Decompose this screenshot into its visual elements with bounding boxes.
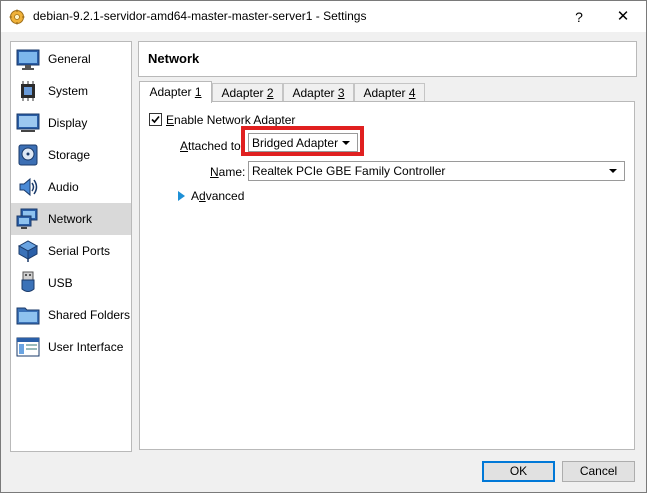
network-icon xyxy=(16,208,38,229)
label-text: ame: xyxy=(218,165,246,179)
help-button[interactable]: ? xyxy=(567,6,591,28)
checkmark-icon xyxy=(151,115,160,124)
sidebar-item-label: User Interface xyxy=(48,340,124,354)
tab-label: Adapter xyxy=(221,86,267,100)
usb-icon xyxy=(21,271,35,292)
system-icon xyxy=(21,81,35,101)
sidebar-item-label: Network xyxy=(48,212,93,226)
tab-adapter-2[interactable]: Adapter 2 xyxy=(212,83,283,102)
tab-label: Adapter xyxy=(292,86,338,100)
tab-mnemonic: 4 xyxy=(408,86,416,100)
cancel-button[interactable]: Cancel xyxy=(562,461,635,482)
sidebar-item-shared-folders[interactable]: Shared Folders xyxy=(11,299,131,331)
tab-adapter-4[interactable]: Adapter 4 xyxy=(354,83,425,102)
label-text: ttached to: xyxy=(188,139,245,153)
tab-adapter-3[interactable]: Adapter 3 xyxy=(283,83,354,102)
storage-icon xyxy=(18,144,38,166)
adapter-name-select[interactable]: Realtek PCIe GBE Family Controller xyxy=(248,161,625,181)
sidebar-item-label: Display xyxy=(48,116,88,130)
sidebar-item-label: Storage xyxy=(48,148,91,162)
chevron-down-icon xyxy=(609,169,617,173)
user-interface-icon xyxy=(16,337,40,357)
general-icon xyxy=(16,49,40,70)
ok-button[interactable]: OK xyxy=(482,461,555,482)
sidebar-item-label: Shared Folders xyxy=(48,308,131,322)
attached-to-select[interactable]: Bridged Adapter xyxy=(248,133,358,152)
adapter-1-panel: Enable Network Adapter Attached to: Brid… xyxy=(139,101,635,450)
tab-mnemonic: 2 xyxy=(266,86,274,100)
sidebar-item-label: USB xyxy=(48,276,73,290)
sidebar-item-usb[interactable]: USB xyxy=(11,267,131,299)
expand-arrow-icon[interactable] xyxy=(178,191,185,201)
sidebar-item-network[interactable]: Network xyxy=(11,203,131,235)
sidebar-item-user-interface[interactable]: User Interface xyxy=(11,331,131,363)
adapter-name-value: Realtek PCIe GBE Family Controller xyxy=(252,164,446,178)
tab-adapter-1[interactable]: Adapter 1 xyxy=(139,81,212,103)
settings-window: debian-9.2.1-servidor-amd64-master-maste… xyxy=(0,0,647,493)
tab-mnemonic: 1 xyxy=(194,85,202,99)
sidebar-item-storage[interactable]: Storage xyxy=(11,139,131,171)
sidebar-item-label: Audio xyxy=(48,180,79,194)
display-icon xyxy=(16,113,40,132)
chevron-down-icon xyxy=(342,141,350,145)
settings-category-list: General System Display Storage Audio Net… xyxy=(10,41,132,452)
mnemonic: A xyxy=(180,139,189,153)
close-button[interactable]: ✕ xyxy=(611,6,635,28)
sidebar-item-general[interactable]: General xyxy=(11,43,131,75)
mnemonic: N xyxy=(210,165,219,179)
attached-to-label: Attached to: xyxy=(180,139,244,153)
tab-label: Adapter xyxy=(149,85,195,99)
window-title: debian-9.2.1-servidor-amd64-master-maste… xyxy=(33,9,367,23)
audio-icon xyxy=(19,177,38,197)
attached-to-value: Bridged Adapter xyxy=(252,136,339,150)
title-bar: debian-9.2.1-servidor-amd64-master-maste… xyxy=(1,1,646,32)
name-label: Name: xyxy=(210,165,245,179)
label-text: nable Network Adapter xyxy=(174,113,296,127)
sidebar-item-label: System xyxy=(48,84,89,98)
sidebar-item-label: Serial Ports xyxy=(48,244,111,258)
sidebar-item-system[interactable]: System xyxy=(11,75,131,107)
label-text: A xyxy=(191,189,200,203)
advanced-toggle[interactable]: Advanced xyxy=(191,189,244,203)
virtualbox-app-icon xyxy=(9,9,25,25)
tab-mnemonic: 3 xyxy=(337,86,345,100)
enable-network-adapter-checkbox[interactable] xyxy=(149,113,162,126)
page-header: Network xyxy=(138,41,637,77)
tab-label: Adapter xyxy=(363,86,409,100)
sidebar-item-serial-ports[interactable]: Serial Ports xyxy=(11,235,131,267)
mnemonic: d xyxy=(199,189,206,203)
enable-network-adapter-label[interactable]: Enable Network Adapter xyxy=(166,113,295,127)
label-text: vanced xyxy=(205,189,245,203)
sidebar-item-audio[interactable]: Audio xyxy=(11,171,131,203)
shared-folders-icon xyxy=(16,307,40,325)
sidebar-item-label: General xyxy=(48,52,91,66)
serial-ports-icon xyxy=(17,240,39,262)
mnemonic: E xyxy=(166,113,175,127)
page-title: Network xyxy=(148,51,200,66)
sidebar-item-display[interactable]: Display xyxy=(11,107,131,139)
